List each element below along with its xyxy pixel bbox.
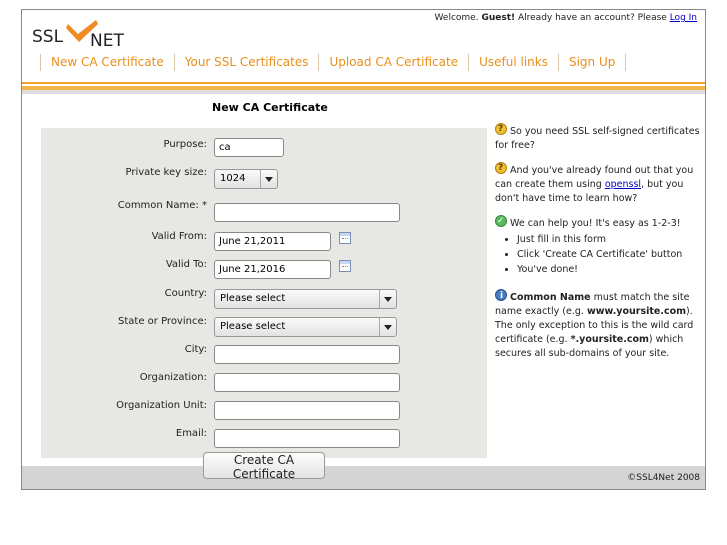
- openssl-link[interactable]: openssl: [605, 179, 641, 190]
- nav-divider: [22, 82, 705, 84]
- row-state: State or Province: Please select: [41, 314, 487, 338]
- help-openssl: And you've already found out that you ca…: [495, 161, 700, 206]
- page-frame: SSL NET Welcome. Guest! Already have an …: [21, 9, 706, 490]
- nav-useful-links[interactable]: Useful links: [468, 54, 558, 71]
- country-select[interactable]: Please select: [214, 289, 397, 309]
- list-item: You've done!: [517, 263, 700, 277]
- question-icon: [495, 122, 507, 136]
- row-purpose: Purpose: ca: [41, 138, 487, 162]
- row-city: City:: [41, 342, 487, 366]
- footer: ©SSL4Net 2008: [22, 466, 705, 489]
- row-org-unit: Organization Unit:: [41, 398, 487, 422]
- row-common-name: Common Name: *: [41, 200, 487, 224]
- copyright: ©SSL4Net 2008: [627, 473, 700, 483]
- row-email: Email:: [41, 426, 487, 450]
- state-select[interactable]: Please select: [214, 317, 397, 337]
- valid-from-label: Valid From:: [151, 231, 207, 242]
- valid-to-label: Valid To:: [165, 259, 207, 270]
- purpose-input[interactable]: ca: [214, 138, 284, 157]
- calendar-icon[interactable]: [339, 260, 351, 272]
- checkmark-icon: [495, 214, 507, 228]
- city-label: City:: [184, 344, 207, 355]
- key-size-label: Private key size:: [125, 167, 207, 178]
- help-common-name: Common Name must match the site name exa…: [495, 289, 700, 361]
- logo-text-ssl: SSL: [32, 27, 64, 47]
- common-name-input[interactable]: [214, 203, 400, 222]
- list-item: Just fill in this form: [517, 233, 700, 247]
- state-label: State or Province:: [118, 316, 207, 327]
- page-title: New CA Certificate: [212, 101, 328, 114]
- main-nav: New CA Certificate Your SSL Certificates…: [40, 54, 627, 71]
- email-input[interactable]: [214, 429, 400, 448]
- row-valid-to: Valid To: June 21,2016: [41, 257, 487, 281]
- create-ca-certificate-button[interactable]: Create CA Certificate: [203, 452, 325, 481]
- info-icon: [495, 289, 507, 303]
- help-easy: We can help you! It's easy as 1-2-3!: [495, 214, 700, 231]
- organization-input[interactable]: [214, 373, 400, 392]
- chevron-down-icon: [379, 290, 396, 308]
- organization-label: Organization:: [139, 372, 207, 383]
- certificate-form: Purpose: ca Private key size: 1024 Commo…: [41, 128, 487, 458]
- valid-from-input[interactable]: June 21,2011: [214, 232, 331, 251]
- email-label: Email:: [175, 428, 207, 439]
- org-unit-input[interactable]: [214, 401, 400, 420]
- nav-sign-up[interactable]: Sign Up: [557, 54, 627, 71]
- org-unit-label: Organization Unit:: [116, 400, 207, 411]
- valid-to-input[interactable]: June 21,2016: [214, 260, 331, 279]
- city-input[interactable]: [214, 345, 400, 364]
- country-label: Country:: [164, 288, 207, 299]
- login-link[interactable]: Log In: [670, 13, 697, 23]
- key-size-select[interactable]: 1024: [214, 169, 278, 189]
- list-item: Click 'Create CA Certificate' button: [517, 248, 700, 262]
- chevron-down-icon: [260, 170, 277, 188]
- row-country: Country: Please select: [41, 286, 487, 310]
- help-steps: Just fill in this form Click 'Create CA …: [495, 233, 700, 277]
- common-name-label: Common Name: *: [117, 200, 207, 211]
- help-sidebar: So you need SSL self-signed certificates…: [495, 122, 700, 370]
- welcome-message: Welcome. Guest! Already have an account?…: [434, 13, 697, 23]
- question-icon: [495, 161, 507, 175]
- row-key-size: Private key size: 1024: [41, 167, 487, 192]
- purpose-label: Purpose:: [163, 139, 207, 150]
- row-organization: Organization:: [41, 370, 487, 394]
- nav-new-ca-certificate[interactable]: New CA Certificate: [40, 54, 174, 71]
- chevron-down-icon: [379, 318, 396, 336]
- logo-text-net: NET: [90, 31, 124, 51]
- nav-divider-shadow: [22, 90, 705, 94]
- calendar-icon[interactable]: [339, 232, 351, 244]
- help-intro: So you need SSL self-signed certificates…: [495, 122, 700, 153]
- nav-upload-ca-certificate[interactable]: Upload CA Certificate: [318, 54, 468, 71]
- row-valid-from: Valid From: June 21,2011: [41, 229, 487, 253]
- nav-your-ssl-certificates[interactable]: Your SSL Certificates: [173, 54, 319, 71]
